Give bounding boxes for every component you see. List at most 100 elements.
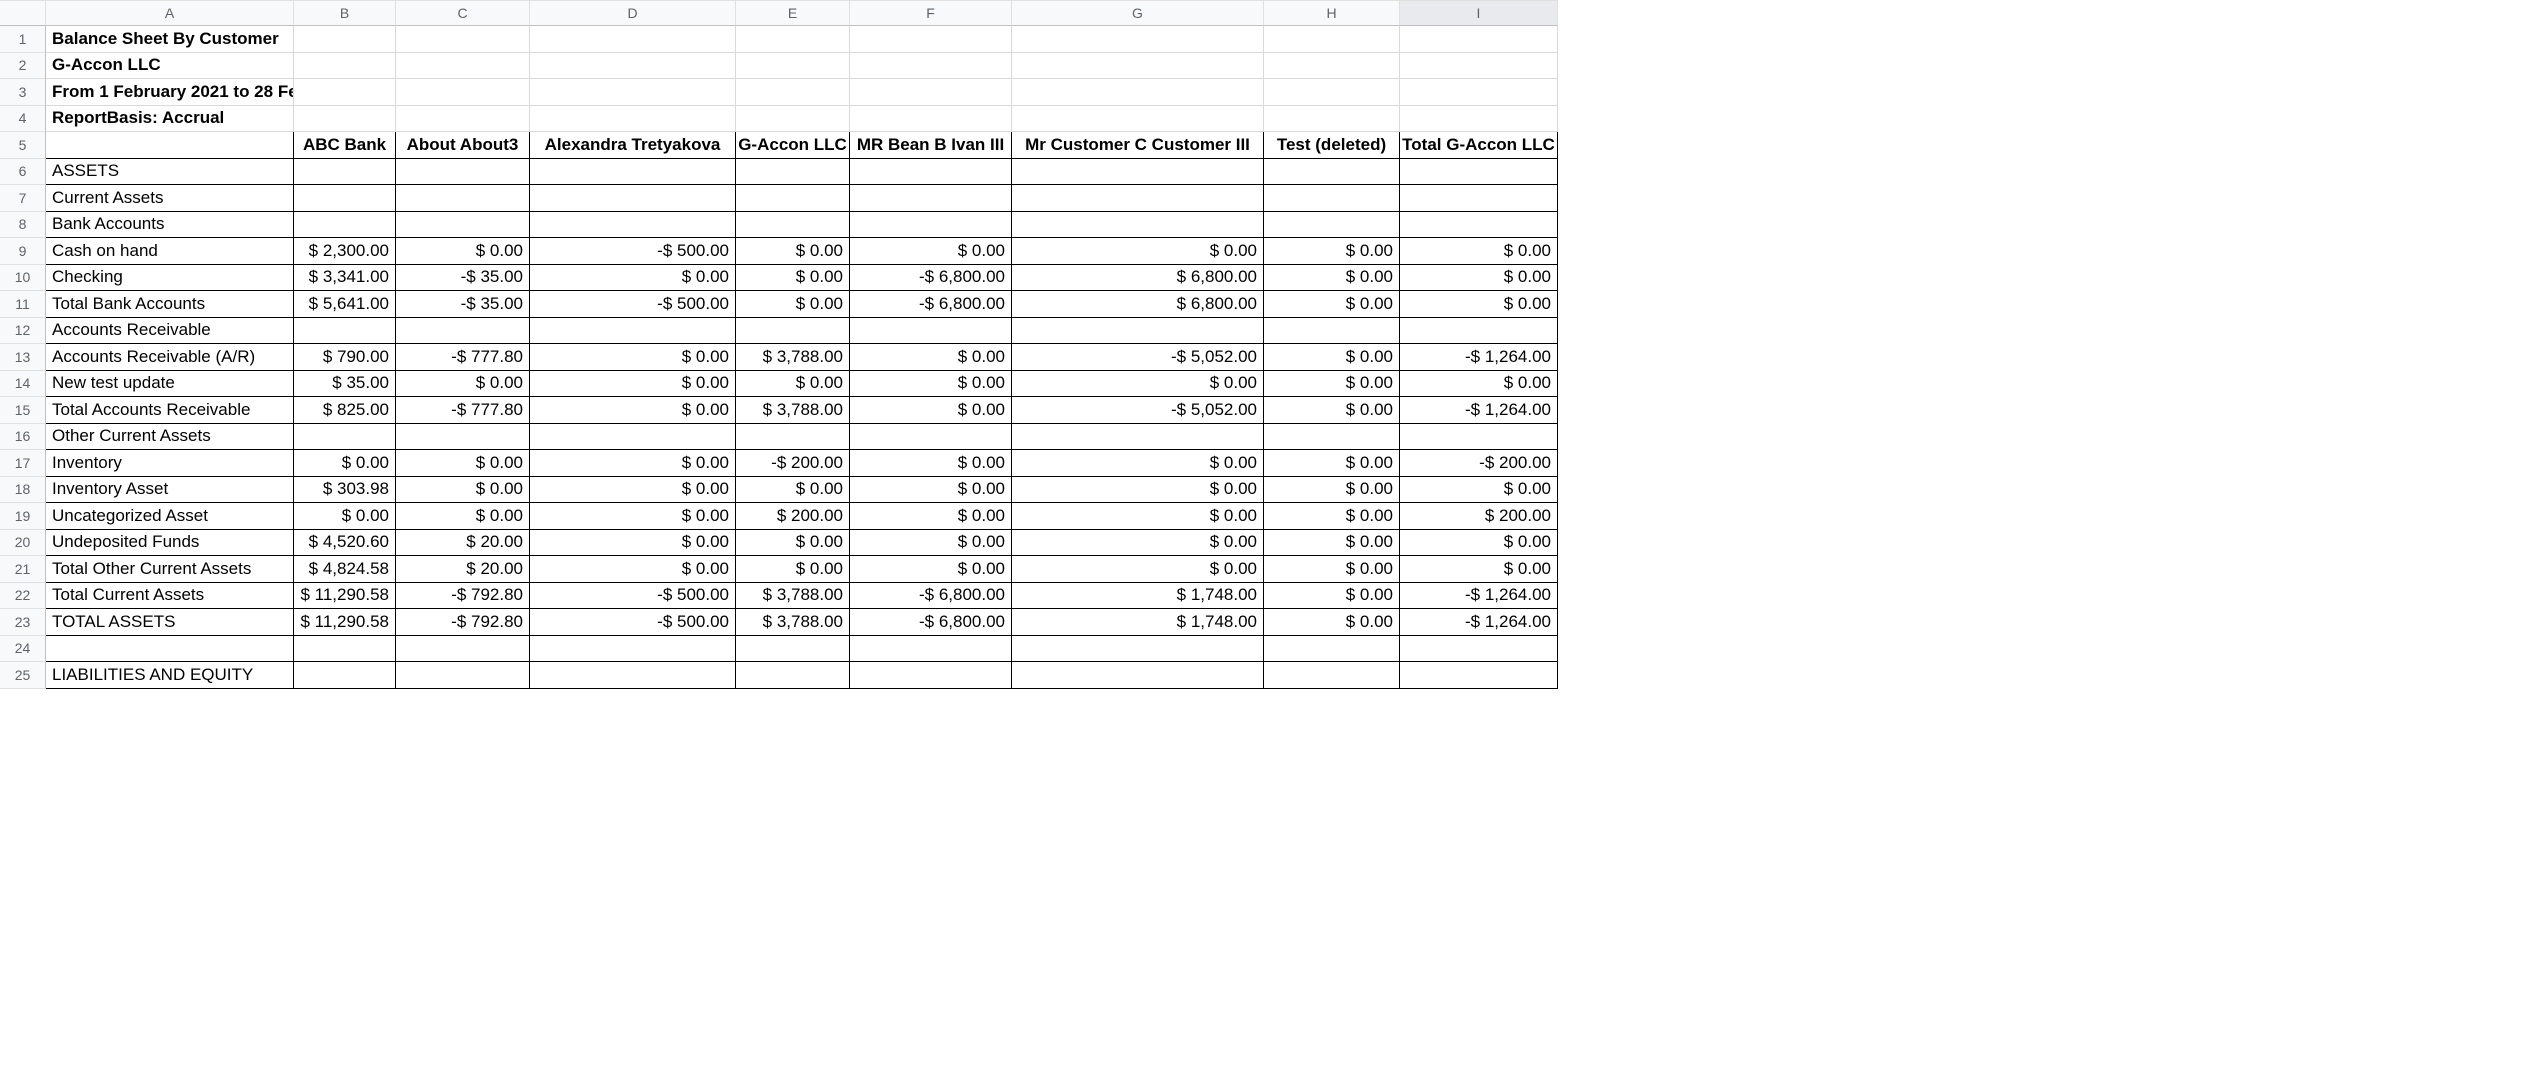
- row-header-18[interactable]: 18: [0, 477, 46, 504]
- data-cell[interactable]: $ 0.00: [1012, 477, 1264, 504]
- row-header-2[interactable]: 2: [0, 53, 46, 80]
- row-label[interactable]: Accounts Receivable (A/R): [46, 344, 294, 371]
- cell-blank[interactable]: [1264, 79, 1400, 106]
- meta-period[interactable]: From 1 February 2021 to 28 February 2021: [46, 79, 294, 106]
- empty-cell[interactable]: [1264, 185, 1400, 212]
- empty-cell[interactable]: [1264, 424, 1400, 451]
- data-cell[interactable]: $ 0.00: [1264, 238, 1400, 265]
- data-cell[interactable]: $ 0.00: [1264, 397, 1400, 424]
- empty-cell[interactable]: [1012, 636, 1264, 663]
- empty-cell[interactable]: [736, 662, 850, 689]
- meta-company[interactable]: G-Accon LLC: [46, 53, 294, 80]
- data-cell[interactable]: $ 0.00: [1012, 371, 1264, 398]
- data-cell[interactable]: -$ 792.80: [396, 609, 530, 636]
- row-header-22[interactable]: 22: [0, 583, 46, 610]
- data-cell[interactable]: $ 6,800.00: [1012, 265, 1264, 292]
- row-header-17[interactable]: 17: [0, 450, 46, 477]
- data-cell[interactable]: -$ 5,052.00: [1012, 397, 1264, 424]
- row-header-12[interactable]: 12: [0, 318, 46, 345]
- row-header-13[interactable]: 13: [0, 344, 46, 371]
- empty-cell[interactable]: [850, 636, 1012, 663]
- cell-blank[interactable]: [396, 53, 530, 80]
- data-cell[interactable]: $ 0.00: [1264, 344, 1400, 371]
- data-cell[interactable]: -$ 6,800.00: [850, 583, 1012, 610]
- cell-blank[interactable]: [1400, 26, 1558, 53]
- cell-blank[interactable]: [294, 26, 396, 53]
- row-header-7[interactable]: 7: [0, 185, 46, 212]
- empty-cell[interactable]: [530, 636, 736, 663]
- cell-blank[interactable]: [396, 106, 530, 133]
- data-cell[interactable]: $ 3,788.00: [736, 397, 850, 424]
- row-label[interactable]: Inventory: [46, 450, 294, 477]
- empty-cell[interactable]: [1400, 662, 1558, 689]
- cell-blank[interactable]: [396, 26, 530, 53]
- data-cell[interactable]: $ 0.00: [736, 238, 850, 265]
- cell-blank[interactable]: [1264, 53, 1400, 80]
- data-cell[interactable]: $ 5,641.00: [294, 291, 396, 318]
- data-cell[interactable]: $ 0.00: [530, 477, 736, 504]
- empty-cell[interactable]: [396, 636, 530, 663]
- data-cell[interactable]: $ 0.00: [1012, 238, 1264, 265]
- row-header-1[interactable]: 1: [0, 26, 46, 53]
- data-cell[interactable]: $ 0.00: [850, 503, 1012, 530]
- empty-cell[interactable]: [850, 662, 1012, 689]
- empty-cell[interactable]: [850, 185, 1012, 212]
- cell-blank[interactable]: [1012, 79, 1264, 106]
- empty-cell[interactable]: [1012, 185, 1264, 212]
- cell-blank[interactable]: [736, 106, 850, 133]
- cell-blank[interactable]: [530, 26, 736, 53]
- empty-cell[interactable]: [396, 159, 530, 186]
- data-cell[interactable]: -$ 1,264.00: [1400, 583, 1558, 610]
- data-cell[interactable]: $ 0.00: [736, 556, 850, 583]
- row-header-10[interactable]: 10: [0, 265, 46, 292]
- data-cell[interactable]: $ 3,788.00: [736, 609, 850, 636]
- data-cell[interactable]: $ 0.00: [1264, 556, 1400, 583]
- empty-cell[interactable]: [1400, 424, 1558, 451]
- empty-cell[interactable]: [1012, 424, 1264, 451]
- empty-cell[interactable]: [850, 159, 1012, 186]
- table-col-header[interactable]: ABC Bank: [294, 132, 396, 159]
- data-cell[interactable]: $ 1,748.00: [1012, 583, 1264, 610]
- col-header-H[interactable]: H: [1264, 0, 1400, 26]
- row-label[interactable]: LIABILITIES AND EQUITY: [46, 662, 294, 689]
- col-header-C[interactable]: C: [396, 0, 530, 26]
- empty-cell[interactable]: [396, 424, 530, 451]
- data-cell[interactable]: -$ 200.00: [1400, 450, 1558, 477]
- row-label[interactable]: Cash on hand: [46, 238, 294, 265]
- data-cell[interactable]: $ 200.00: [1400, 503, 1558, 530]
- empty-cell[interactable]: [530, 159, 736, 186]
- data-cell[interactable]: -$ 500.00: [530, 583, 736, 610]
- empty-cell[interactable]: [850, 424, 1012, 451]
- data-cell[interactable]: $ 0.00: [850, 371, 1012, 398]
- data-cell[interactable]: -$ 5,052.00: [1012, 344, 1264, 371]
- cell-blank[interactable]: [1012, 53, 1264, 80]
- row-header-19[interactable]: 19: [0, 503, 46, 530]
- empty-cell[interactable]: [850, 212, 1012, 239]
- row-header-3[interactable]: 3: [0, 79, 46, 106]
- data-cell[interactable]: $ 790.00: [294, 344, 396, 371]
- data-cell[interactable]: $ 3,341.00: [294, 265, 396, 292]
- data-cell[interactable]: $ 0.00: [850, 450, 1012, 477]
- row-label[interactable]: Undeposited Funds: [46, 530, 294, 557]
- data-cell[interactable]: $ 0.00: [1400, 556, 1558, 583]
- data-cell[interactable]: $ 0.00: [530, 371, 736, 398]
- select-all-corner[interactable]: [0, 0, 46, 26]
- empty-cell[interactable]: [1264, 159, 1400, 186]
- col-header-E[interactable]: E: [736, 0, 850, 26]
- data-cell[interactable]: $ 0.00: [736, 371, 850, 398]
- data-cell[interactable]: $ 0.00: [396, 450, 530, 477]
- cell-blank[interactable]: [736, 26, 850, 53]
- cell-blank[interactable]: [294, 53, 396, 80]
- data-cell[interactable]: $ 0.00: [530, 450, 736, 477]
- data-cell[interactable]: -$ 500.00: [530, 291, 736, 318]
- empty-cell[interactable]: [294, 662, 396, 689]
- empty-cell[interactable]: [1400, 212, 1558, 239]
- data-cell[interactable]: $ 0.00: [736, 530, 850, 557]
- empty-cell[interactable]: [1400, 159, 1558, 186]
- data-cell[interactable]: $ 0.00: [1012, 450, 1264, 477]
- data-cell[interactable]: $ 1,748.00: [1012, 609, 1264, 636]
- cell-blank[interactable]: [850, 26, 1012, 53]
- row-header-23[interactable]: 23: [0, 609, 46, 636]
- col-header-G[interactable]: G: [1012, 0, 1264, 26]
- col-header-A[interactable]: A: [46, 0, 294, 26]
